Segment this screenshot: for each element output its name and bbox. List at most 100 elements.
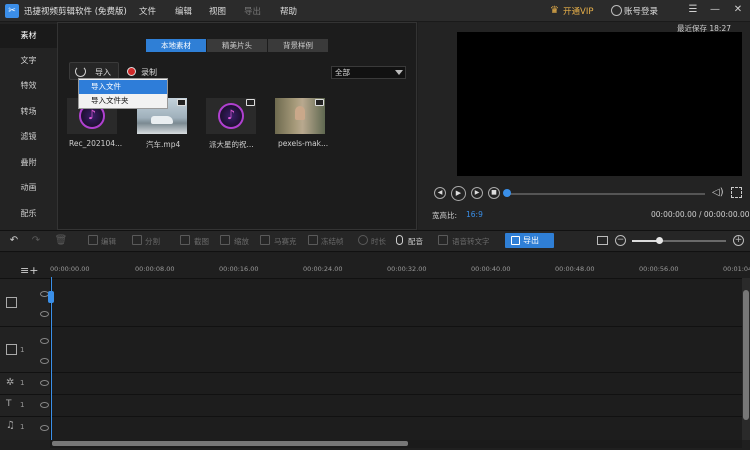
music-track[interactable] (0, 416, 742, 440)
person-shape (295, 106, 305, 120)
account-icon[interactable] (611, 5, 622, 16)
zoom-slider-handle[interactable] (656, 237, 663, 244)
sidebar-item-music[interactable]: 配乐 (0, 202, 57, 226)
settings-menu-icon[interactable]: ☰ (686, 3, 700, 17)
track-number: 1 (20, 346, 25, 354)
audio-visibility-icon[interactable] (40, 311, 49, 317)
add-track-icon[interactable]: ≡+ (20, 265, 38, 276)
zoom-icon (220, 235, 230, 245)
media-thumb-3[interactable]: ♪ (206, 98, 256, 134)
zoom-tool[interactable]: 缩放 (234, 236, 249, 247)
app-title: 迅捷视频剪辑软件 (免费版) (24, 7, 127, 17)
menu-file[interactable]: 文件 (139, 5, 156, 17)
text-track-icon: T (6, 399, 12, 409)
horizontal-scroll-thumb[interactable] (52, 441, 408, 446)
media-name-4: pexels-mak... (278, 139, 329, 148)
eye-icon[interactable] (40, 380, 49, 386)
music-icon: ♪ (218, 103, 244, 129)
eye-icon[interactable] (40, 425, 49, 431)
previous-frame-icon[interactable]: ◀ (434, 187, 446, 199)
play-button[interactable]: ▶ (451, 186, 466, 201)
tick-label: 00:00:08.00 (135, 265, 175, 273)
split-icon (132, 235, 142, 245)
duration-tool[interactable]: 时长 (371, 236, 386, 247)
chevron-down-icon (395, 70, 403, 75)
vip-crown-icon[interactable]: ♛ (550, 5, 561, 16)
edit-tool[interactable]: 编辑 (101, 236, 116, 247)
minimize-icon[interactable]: — (708, 3, 722, 17)
crop-tool[interactable]: 截图 (194, 236, 209, 247)
video-badge-icon (177, 99, 186, 106)
close-icon[interactable]: ✕ (731, 3, 745, 17)
export-icon (511, 236, 520, 245)
crop-icon (180, 235, 190, 245)
video-preview (457, 32, 742, 176)
delete-icon[interactable]: 🗑 (54, 234, 68, 248)
split-tool[interactable]: 分割 (145, 236, 160, 247)
record-icon[interactable] (127, 67, 136, 76)
sidebar-item-effects[interactable]: 特效 (0, 74, 57, 98)
redo-icon[interactable]: ↷ (29, 234, 43, 248)
vertical-scroll-thumb[interactable] (743, 290, 749, 420)
import-file-option[interactable]: 导入文件 (79, 80, 167, 94)
effects-track-icon: ✲ (6, 377, 15, 388)
zoom-in-icon[interactable]: + (733, 235, 744, 246)
menu-help[interactable]: 帮助 (280, 5, 297, 17)
aspect-ratio-value[interactable]: 16:9 (466, 210, 483, 219)
menu-edit[interactable]: 编辑 (175, 5, 192, 17)
freeze-frame-tool[interactable]: 冻结帧 (321, 236, 344, 247)
tick-label: 00:00:16.00 (219, 265, 259, 273)
video-track-icon (6, 297, 17, 308)
text-track[interactable] (0, 394, 742, 416)
media-name-1: Rec_202104... (69, 139, 123, 148)
fullscreen-icon[interactable] (731, 187, 742, 198)
music-track-icon: ♫ (6, 420, 15, 431)
media-thumb-4[interactable] (275, 98, 325, 134)
zoom-out-icon[interactable]: − (615, 235, 626, 246)
volume-icon[interactable]: ◁) (712, 187, 724, 199)
speech-to-text-tool[interactable]: 语音转文字 (452, 236, 490, 247)
dubbing-tool[interactable]: 配音 (408, 236, 423, 247)
import-dropdown-menu: 导入文件 导入文件夹 (78, 78, 168, 109)
tick-label: 00:01:04 (723, 265, 750, 273)
tick-label: 00:00:32.00 (387, 265, 427, 273)
mosaic-tool[interactable]: 马赛克 (274, 236, 297, 247)
seek-handle[interactable] (503, 189, 511, 197)
import-label: 导入 (95, 68, 111, 77)
microphone-icon (396, 235, 403, 245)
sidebar-item-overlay[interactable]: 叠附 (0, 151, 57, 175)
mosaic-icon (260, 235, 270, 245)
sidebar-item-text[interactable]: 文字 (0, 49, 57, 73)
audio-visibility-icon[interactable] (40, 358, 49, 364)
tab-background-samples[interactable]: 背景样例 (268, 39, 328, 52)
undo-icon[interactable]: ↶ (7, 234, 21, 248)
overlay-track[interactable] (0, 326, 742, 372)
menu-view[interactable]: 视图 (209, 5, 226, 17)
sidebar-item-transitions[interactable]: 转场 (0, 100, 57, 124)
import-icon (75, 66, 86, 77)
track-number: 1 (20, 379, 25, 387)
vip-button[interactable]: 开通VIP (563, 5, 593, 17)
video-track[interactable] (0, 278, 742, 326)
sidebar-item-filters[interactable]: 滤镜 (0, 125, 57, 149)
seek-bar[interactable] (507, 193, 705, 195)
eye-icon[interactable] (40, 338, 49, 344)
sidebar-item-animation[interactable]: 动画 (0, 176, 57, 200)
effects-track[interactable] (0, 372, 742, 394)
video-badge-icon (315, 99, 324, 106)
fit-timeline-icon[interactable] (597, 236, 608, 245)
tab-local-material[interactable]: 本地素材 (146, 39, 206, 52)
record-button[interactable]: 录制 (141, 67, 157, 78)
freeze-frame-icon (308, 235, 318, 245)
tab-intros[interactable]: 精美片头 (207, 39, 267, 52)
sidebar-item-material[interactable]: 素材 (0, 24, 57, 48)
playhead-handle[interactable] (48, 291, 54, 303)
account-login-button[interactable]: 账号登录 (624, 5, 658, 17)
eye-icon[interactable] (40, 402, 49, 408)
next-frame-icon[interactable]: ▶ (471, 187, 483, 199)
app-logo-icon: ✂ (5, 4, 19, 18)
import-folder-option[interactable]: 导入文件夹 (79, 94, 167, 108)
menu-export[interactable]: 导出 (244, 5, 261, 17)
stop-icon[interactable]: ■ (488, 187, 500, 199)
speech-to-text-icon (438, 235, 448, 245)
